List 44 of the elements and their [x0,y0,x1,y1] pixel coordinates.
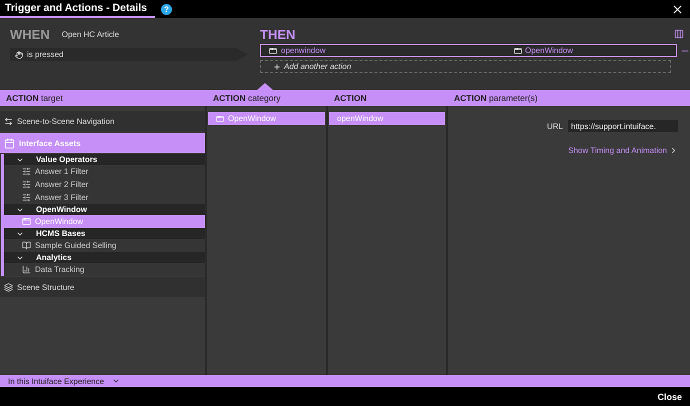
tree-group[interactable]: OpenWindow [4,204,205,215]
action-name: openwindow [281,46,326,55]
layers-icon [4,282,13,292]
column-header: ACTION category [212,92,282,105]
add-action-button[interactable]: Add another action [260,60,671,73]
tree-group[interactable]: Analytics [4,252,205,263]
chevron-right-icon [669,146,678,155]
column-header: ACTION [333,92,368,105]
tree-item[interactable]: Answer 1 Filter [4,165,205,178]
column-header: ACTION target [5,92,64,105]
when-label: WHEN [10,26,50,42]
window-icon [514,46,522,54]
url-label: URL [546,122,563,130]
close-icon [671,2,684,16]
columns-icon[interactable] [674,29,684,39]
window-icon [269,46,277,54]
then-label: THEN [260,26,296,42]
close-button[interactable]: Close [657,392,682,402]
tree-group[interactable]: HCMS Bases [4,228,205,239]
tree-item[interactable]: Answer 3 Filter [4,191,205,204]
timing-link[interactable]: Show Timing and Animation [568,146,678,155]
trigger-source: Open HC Article [62,30,120,38]
filter-icon [22,180,31,189]
plus-icon [273,62,281,70]
filter-icon [22,193,31,202]
action-type: OpenWindow [525,46,574,55]
caret-icon [112,377,120,385]
scope-dropdown[interactable]: In this Intuiface Experience [8,376,120,386]
tree-group[interactable]: Value Operators [4,154,205,165]
target-item[interactable]: Scene-to-Scene Navigation [0,111,205,131]
url-field[interactable]: https://support.intuiface. [568,120,678,132]
tree-item[interactable]: Answer 2 Filter [4,178,205,191]
tree-item[interactable]: Sample Guided Selling [4,239,205,252]
tree-item[interactable]: Data Tracking [4,263,205,276]
window-icon [216,114,224,122]
chart-icon [22,265,31,274]
action-row[interactable]: openwindow OpenWindow [260,44,677,57]
arrows-icon [4,116,13,126]
filter-icon [22,167,31,176]
trigger-row[interactable]: is pressed [10,48,248,61]
target-item[interactable]: Scene Structure [0,277,205,297]
window-icon [22,217,31,226]
hand-icon [15,50,23,58]
column-header: ACTION parameter(s) [453,92,539,105]
